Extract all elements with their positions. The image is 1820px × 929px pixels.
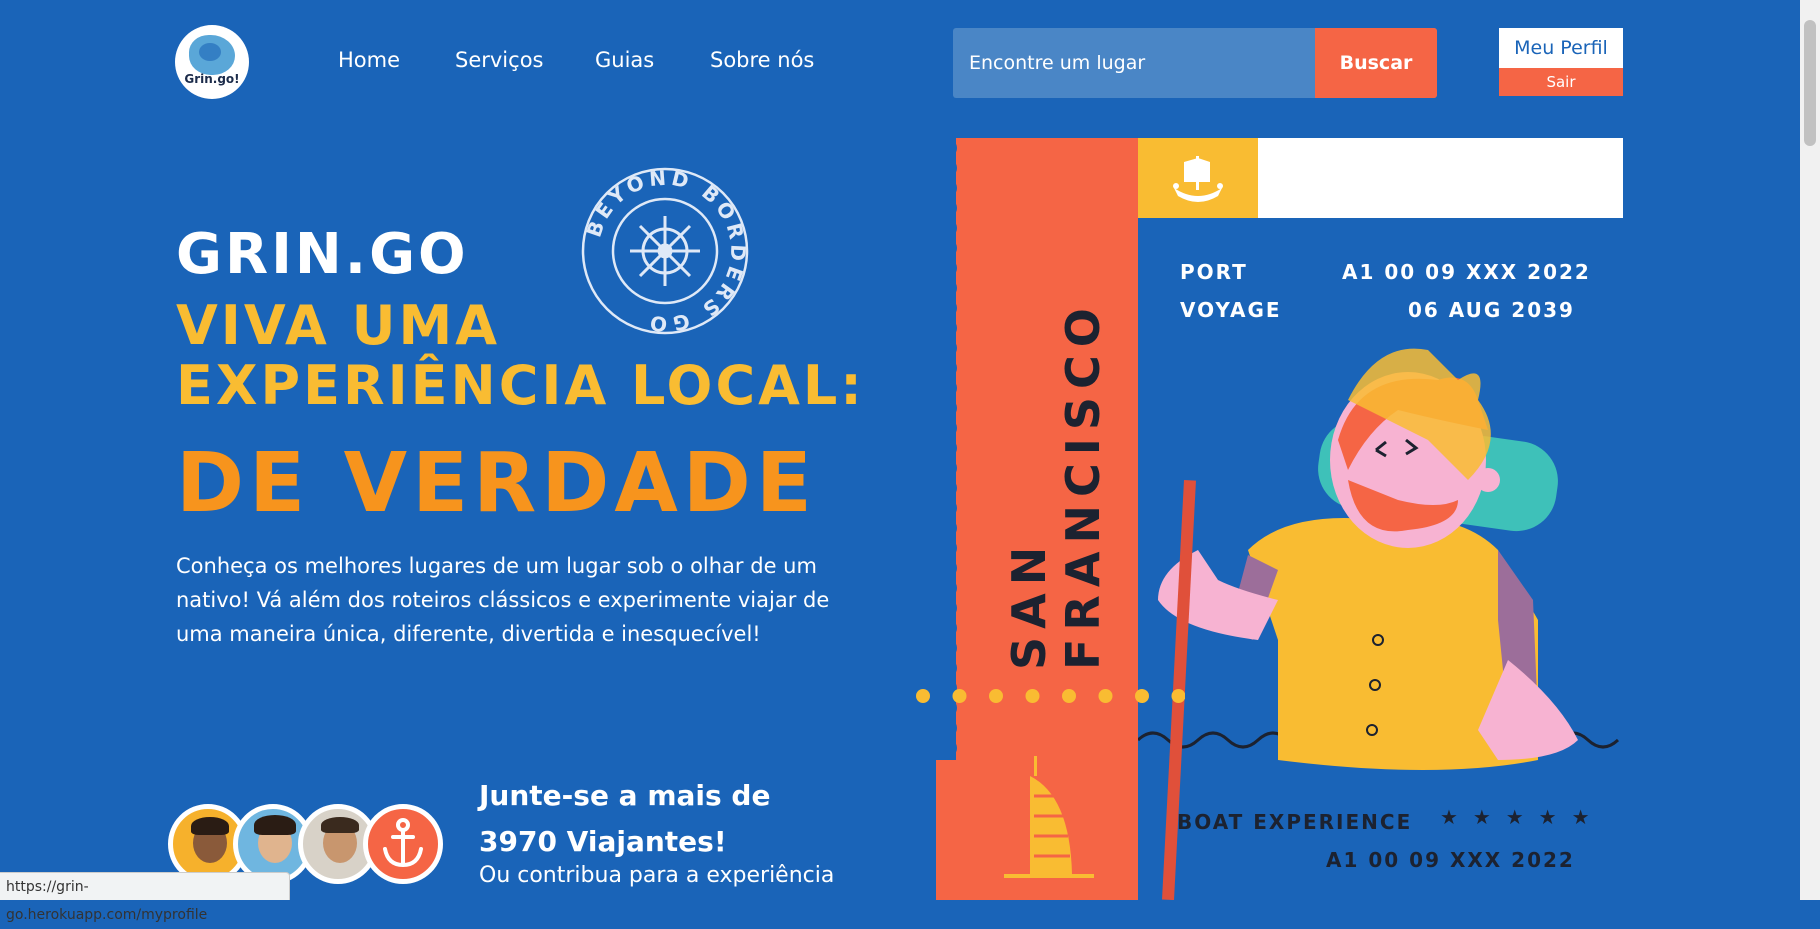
anchor-avatar	[363, 804, 443, 884]
voyage-label: VOYAGE	[1180, 298, 1282, 322]
experience-label: BOAT EXPERIENCE	[1177, 810, 1413, 834]
voyage-value: 06 AUG 2039	[1408, 298, 1575, 322]
ship-wheel-icon	[630, 216, 700, 286]
search-button[interactable]: Buscar	[1315, 28, 1437, 98]
scrollbar-thumb[interactable]	[1804, 20, 1816, 146]
ticket-perforation-dots	[916, 689, 1185, 703]
ticket-header-blank	[1258, 138, 1623, 218]
search-input[interactable]	[953, 28, 1313, 98]
tagline-line3: DE VERDADE	[176, 436, 817, 531]
search-box: Buscar	[953, 28, 1437, 98]
beyond-borders-stamp-icon: BEYOND BORDERS GO	[582, 166, 749, 336]
ticket-code: A1 00 09 XXX 2022	[1326, 848, 1575, 872]
nav-sobre-nos[interactable]: Sobre nós	[710, 48, 814, 72]
port-value: A1 00 09 XXX 2022	[1342, 260, 1591, 284]
ticket-ship-box	[1138, 138, 1258, 218]
burj-al-arab-icon	[1004, 756, 1094, 878]
logo-text: Grin.go!	[184, 72, 240, 86]
tagline-line1: VIVA UMA	[176, 294, 500, 357]
ticket-city: SAN FRANCISCO	[1002, 300, 1110, 670]
nav-servicos[interactable]: Serviços	[455, 48, 543, 72]
rating-stars: ★ ★ ★ ★ ★	[1440, 805, 1594, 829]
browser-status-bar: https://grin-go.herokuapp.com/myprofile	[0, 872, 290, 923]
brand-title: GRIN.GO	[176, 222, 469, 287]
port-label: PORT	[1180, 260, 1248, 284]
join-title: Junte-se a mais de 3970 Viajantes!	[479, 779, 771, 858]
nav-home[interactable]: Home	[338, 48, 400, 72]
anchor-icon	[383, 818, 423, 868]
tagline-line2: EXPERIÊNCIA LOCAL:	[176, 354, 865, 417]
viking-ship-icon	[1173, 156, 1223, 202]
profile-button[interactable]: Meu Perfil	[1499, 28, 1623, 68]
join-subtitle: Ou contribua para a experiência	[479, 863, 835, 888]
logout-button[interactable]: Sair	[1499, 68, 1623, 96]
nav-guias[interactable]: Guias	[595, 48, 654, 72]
hero-description: Conheça os melhores lugares de um lugar …	[176, 554, 830, 646]
logo[interactable]: Grin.go!	[175, 25, 249, 99]
